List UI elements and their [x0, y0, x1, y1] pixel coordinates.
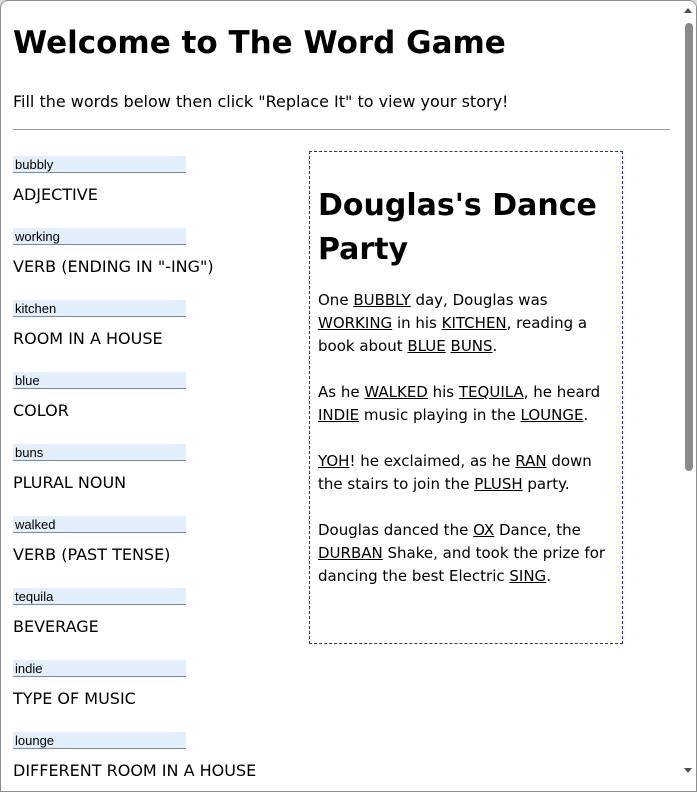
story-word: WALKED: [364, 383, 428, 401]
color-label: COLOR: [13, 401, 69, 420]
story-paragraph: Douglas danced the OX Dance, the DURBAN …: [318, 519, 614, 588]
field-room: ROOM IN A HOUSE: [13, 300, 293, 372]
beverage-label: BEVERAGE: [13, 617, 99, 636]
beverage-input[interactable]: [13, 588, 186, 605]
story-paragraph: YOH! he exclaimed, as he RAN down the st…: [318, 450, 614, 496]
field-verb-ing: VERB (ENDING IN "-ING"): [13, 228, 293, 300]
story-word: BLUE: [407, 337, 446, 355]
story-text: his: [427, 383, 459, 401]
browser-window: Welcome to The Word Game Fill the words …: [0, 0, 697, 792]
verb-ing-input[interactable]: [13, 228, 186, 245]
plural-noun-label: PLURAL NOUN: [13, 473, 127, 492]
vertical-scrollbar[interactable]: [681, 1, 696, 778]
field-music: TYPE OF MUSIC: [13, 660, 293, 732]
story-word: WORKING: [318, 314, 393, 332]
story-word: INDIE: [318, 406, 360, 424]
intro-text: Fill the words below then click "Replace…: [13, 92, 509, 111]
story-word: BUNS: [450, 337, 493, 355]
room-label: ROOM IN A HOUSE: [13, 329, 163, 348]
story-title: Douglas's Dance Party: [318, 188, 597, 267]
plural-noun-input[interactable]: [13, 444, 186, 461]
field-color: COLOR: [13, 372, 293, 444]
story-text: music playing in the: [359, 406, 521, 424]
story-text: in his: [392, 314, 442, 332]
scrollbar-thumb[interactable]: [685, 23, 693, 471]
story-text: , he heard: [523, 383, 601, 401]
adjective-input[interactable]: [13, 156, 186, 173]
field-verb-past: VERB (PAST TENSE): [13, 516, 293, 588]
scroll-up-arrow-icon[interactable]: [684, 8, 692, 13]
verb-ing-label: VERB (ENDING IN "-ING"): [13, 257, 214, 276]
story-word: LOUNGE: [520, 406, 584, 424]
field-plural-noun: PLURAL NOUN: [13, 444, 293, 516]
story-word: PLUSH: [474, 475, 523, 493]
field-beverage: BEVERAGE: [13, 588, 293, 660]
color-input[interactable]: [13, 372, 186, 389]
field-other-room: DIFFERENT ROOM IN A HOUSE: [13, 732, 293, 791]
story-word: KITCHEN: [441, 314, 507, 332]
story-word: OX: [473, 521, 495, 539]
story-word: YOH: [318, 452, 350, 470]
story-text: .: [492, 337, 498, 355]
story-text: ! he exclaimed, as he: [349, 452, 516, 470]
story-text: One: [318, 291, 354, 309]
page-content: Welcome to The Word Game Fill the words …: [1, 1, 681, 791]
story-text: .: [583, 406, 589, 424]
verb-past-input[interactable]: [13, 516, 186, 533]
story-text: party.: [522, 475, 570, 493]
story-word: DURBAN: [318, 544, 383, 562]
story-box: Douglas's Dance Party One BUBBLY day, Do…: [309, 151, 623, 644]
story-word: SING: [509, 567, 547, 585]
story-text: day, Douglas was: [410, 291, 548, 309]
word-fields: ADJECTIVE VERB (ENDING IN "-ING") ROOM I…: [13, 156, 293, 791]
field-adjective: ADJECTIVE: [13, 156, 293, 228]
divider: [13, 129, 670, 130]
other-room-input[interactable]: [13, 732, 186, 749]
adjective-label: ADJECTIVE: [13, 185, 98, 204]
story-paragraph: As he WALKED his TEQUILA, he heard INDIE…: [318, 381, 614, 427]
story-text: .: [546, 567, 551, 585]
story-word: TEQUILA: [458, 383, 524, 401]
story-text: Douglas danced the: [318, 521, 474, 539]
verb-past-label: VERB (PAST TENSE): [13, 545, 171, 564]
room-input[interactable]: [13, 300, 186, 317]
story-word: RAN: [515, 452, 547, 470]
scroll-down-arrow-icon[interactable]: [684, 768, 692, 773]
music-label: TYPE OF MUSIC: [13, 689, 136, 708]
music-input[interactable]: [13, 660, 186, 677]
page-title: Welcome to The Word Game: [13, 25, 506, 61]
other-room-label: DIFFERENT ROOM IN A HOUSE: [13, 761, 257, 780]
story-text: Dance, the: [494, 521, 581, 539]
story-word: BUBBLY: [353, 291, 411, 309]
story-paragraph: One BUBBLY day, Douglas was WORKING in h…: [318, 289, 614, 358]
story-text: As he: [318, 383, 365, 401]
